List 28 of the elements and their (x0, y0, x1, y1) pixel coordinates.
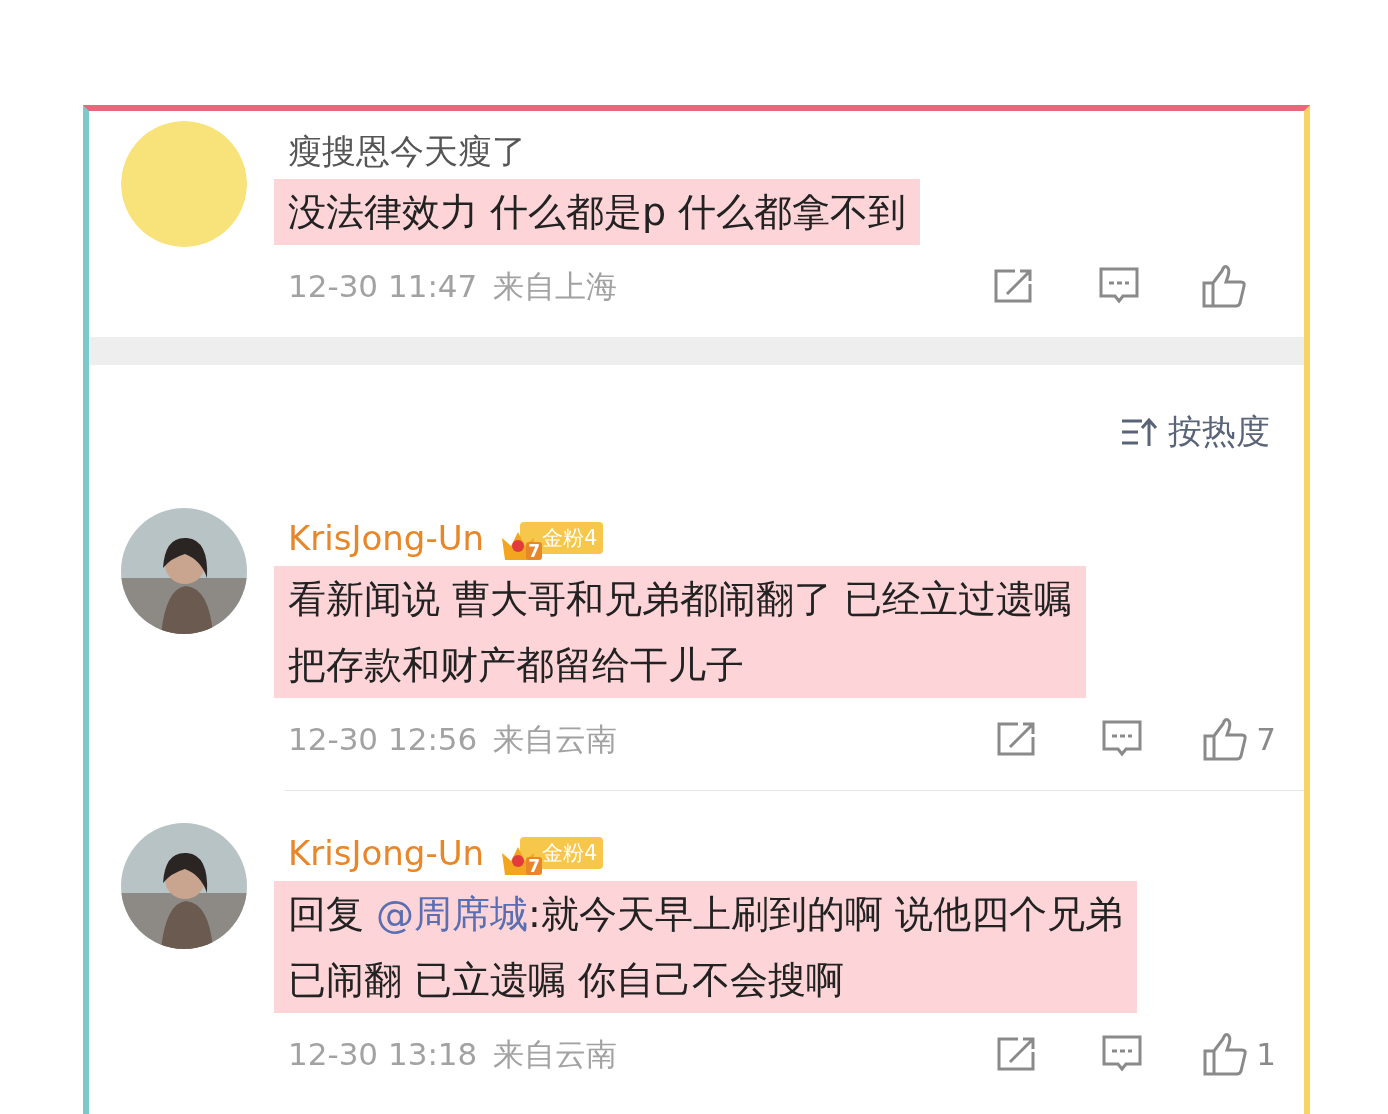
comment-icon (1100, 1034, 1143, 1074)
username[interactable]: 瘦搜恩今天瘦了 (288, 127, 526, 175)
comment-text: 回复 @周席城:就今天早上刷到的啊 说他四个兄弟 已闹翻 已立遗嘱 你自己不会搜啊 (274, 881, 1137, 1013)
share-icon (995, 721, 1038, 757)
comment-time: 12-30 13:18 (288, 1035, 478, 1074)
share-icon (992, 268, 1035, 304)
thumbs-up-icon (1200, 264, 1247, 308)
comment-time: 12-30 12:56 (288, 720, 478, 759)
like-count: 7 (1256, 720, 1276, 759)
comment-location: 来自云南 (493, 720, 618, 759)
like-count: 1 (1256, 1035, 1276, 1074)
comment-location: 来自上海 (493, 267, 618, 306)
comment-icon (1100, 719, 1143, 759)
comment-icon (1097, 266, 1140, 306)
username[interactable]: KrisJong-Un (288, 829, 485, 877)
share-icon (995, 1036, 1038, 1072)
comment-location: 来自云南 (493, 1035, 618, 1074)
like-button[interactable]: 7 (1202, 714, 1276, 764)
comment-text: 没法律效力 什么都是p 什么都拿不到 (274, 179, 921, 245)
like-button[interactable]: 1 (1202, 1029, 1276, 1079)
sort-button[interactable]: 按热度 (1114, 405, 1276, 458)
thumbs-up-icon (1202, 1032, 1249, 1076)
thumbs-up-icon (1202, 717, 1249, 761)
comment-time: 12-30 11:47 (288, 267, 478, 306)
comment-text: 看新闻说 曹大哥和兄弟都闹翻了 已经立过遗嘱 把存款和财产都留给干儿子 (274, 566, 1087, 698)
username[interactable]: KrisJong-Un (288, 514, 485, 562)
sort-icon (1120, 415, 1158, 448)
mention-link[interactable]: @周席城 (376, 892, 529, 936)
